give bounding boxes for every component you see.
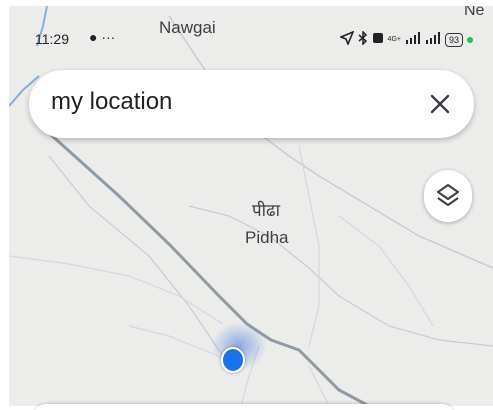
- notification-icons: ● ···: [89, 29, 116, 45]
- place-label-pidha: Pidha: [245, 228, 289, 247]
- battery-indicator: 93: [444, 32, 463, 47]
- place-label-pidha-hindi: पीढा: [252, 201, 281, 221]
- privacy-dot-icon: [467, 36, 473, 43]
- close-icon: [430, 94, 450, 114]
- location-arrow-icon: [338, 30, 355, 48]
- bottom-sheet[interactable]: [34, 404, 454, 410]
- clear-button[interactable]: [418, 82, 462, 126]
- place-label-ne: Ne: [464, 6, 485, 19]
- search-input[interactable]: my location: [51, 88, 172, 116]
- status-icons-right: 4G+ 93: [338, 30, 473, 48]
- search-bar[interactable]: my location: [29, 70, 474, 138]
- status-time: 11:29: [35, 31, 69, 47]
- signal-2-icon: [425, 32, 441, 47]
- status-bar: 11:29 ● ··· 4G+ 93: [9, 24, 479, 62]
- current-location-dot[interactable]: [221, 347, 245, 373]
- bluetooth-icon: [358, 30, 368, 48]
- map-view[interactable]: Nawgai Ne पीढा Pidha: [9, 6, 493, 406]
- network-type-label: 4G+: [387, 36, 401, 43]
- signal-1-icon: [405, 32, 421, 47]
- layers-button[interactable]: [424, 170, 472, 222]
- data-saver-icon: [372, 32, 384, 47]
- layers-icon: [437, 184, 459, 206]
- phone-screen: Nawgai Ne पीढा Pidha 11:29 ● ··· 4G+ 93: [0, 0, 493, 410]
- map-roads: [9, 6, 493, 406]
